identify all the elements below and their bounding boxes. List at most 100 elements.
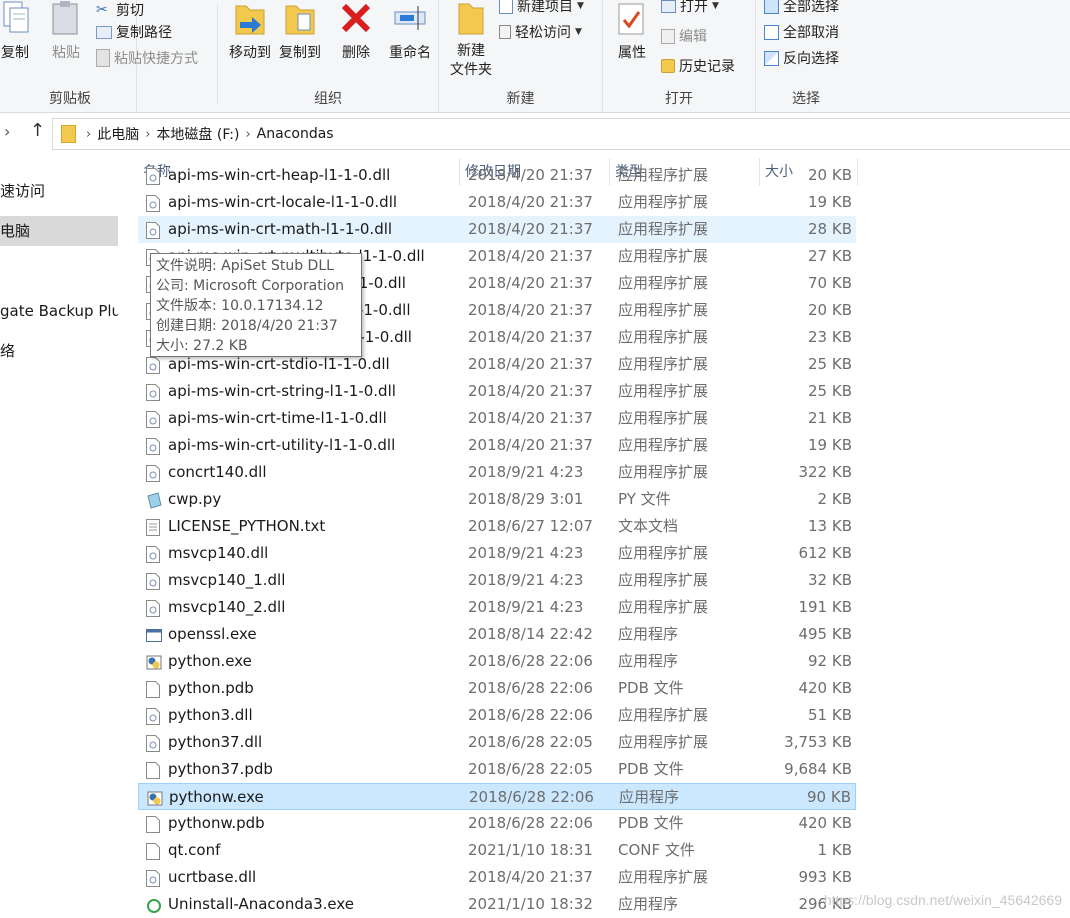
python-file-icon — [146, 653, 162, 670]
file-size: 19 KB — [808, 193, 852, 211]
new-item-button[interactable]: 新建项目 ▼ — [499, 0, 584, 16]
nav-item-this-pc[interactable]: 电脑 — [0, 216, 118, 246]
dll-file-icon — [146, 707, 160, 725]
invert-selection-button[interactable]: 反向选择 — [764, 48, 839, 68]
open-button[interactable]: 打开 ▼ — [661, 0, 719, 16]
file-row[interactable]: ucrtbase.dll 2018/4/20 21:37 应用程序扩展 993 KB — [138, 864, 856, 891]
up-arrow-icon[interactable]: ↑ — [30, 120, 45, 141]
copy-button[interactable]: 复制 — [0, 0, 40, 62]
file-row[interactable]: LICENSE_PYTHON.txt 2018/6/27 12:07 文本文档 13 … — [138, 513, 856, 540]
file-row[interactable]: python37.pdb 2018/6/28 22:05 PDB 文件 9,684 K… — [138, 756, 856, 783]
file-size: 51 KB — [808, 706, 852, 724]
easy-access-button[interactable]: 轻松访问 ▼ — [499, 22, 582, 42]
select-none-button[interactable]: 全部取消 — [764, 22, 839, 42]
file-row[interactable]: api-ms-win-crt-math-l1-1-0.dll 2018/4/20 … — [138, 216, 856, 243]
paste-button[interactable]: 粘贴 — [46, 0, 86, 62]
file-row[interactable]: msvcp140_2.dll 2018/9/21 4:23 应用程序扩展 191 KB — [138, 594, 856, 621]
file-size: 70 KB — [808, 274, 852, 292]
watermark: https://blog.csdn.net/weixin_45642669 — [823, 892, 1062, 908]
open-icon — [661, 0, 676, 13]
file-row[interactable]: qt.conf 2021/1/10 18:31 CONF 文件 1 KB — [138, 837, 856, 864]
move-to-button[interactable]: 移动到 — [224, 0, 276, 62]
address-row: › ↑ › 此电脑 › 本地磁盘 (F:) › Anacondas — [0, 118, 1070, 150]
address-bar[interactable]: › 此电脑 › 本地磁盘 (F:) › Anacondas — [52, 118, 1070, 150]
file-row[interactable]: api-ms-win-crt-heap-l1-1-0.dll 2018/4/20 … — [138, 162, 856, 189]
file-type: 应用程序扩展 — [618, 463, 709, 481]
chevron-right-icon: › — [245, 126, 251, 142]
python-file-icon — [147, 789, 163, 806]
file-type: 应用程序 — [618, 652, 679, 670]
easy-access-icon — [499, 25, 511, 39]
breadcrumb-local-disk[interactable]: 本地磁盘 (F:) — [156, 124, 239, 144]
blank-file-icon — [146, 815, 160, 833]
new-folder-button[interactable]: 新建 文件夹 — [443, 0, 499, 80]
dll-file-icon — [146, 572, 160, 590]
file-type: 应用程序扩展 — [618, 868, 709, 886]
file-name: api-ms-win-crt-heap-l1-1-0.dll — [168, 166, 391, 184]
tooltip-company: 公司: Microsoft Corporation — [156, 278, 345, 294]
open-label: 打开 — [680, 0, 708, 15]
tooltip-version: 文件版本: 10.0.17134.12 — [156, 298, 324, 314]
py-file-icon — [146, 491, 162, 509]
file-row[interactable]: python3.dll 2018/6/28 22:06 应用程序扩展 51 KB — [138, 702, 856, 729]
select-all-label: 全部选择 — [783, 0, 839, 15]
file-row[interactable]: msvcp140_1.dll 2018/9/21 4:23 应用程序扩展 32 KB — [138, 567, 856, 594]
history-button[interactable]: 历史记录 — [661, 56, 735, 76]
file-row[interactable]: concrt140.dll 2018/9/21 4:23 应用程序扩展 322 KB — [138, 459, 856, 486]
properties-label: 属性 — [618, 45, 646, 61]
file-row[interactable]: api-ms-win-crt-string-l1-1-0.dll 2018/4/2… — [138, 378, 856, 405]
nav-item-blank[interactable] — [0, 256, 118, 286]
file-type: 应用程序 — [619, 788, 680, 806]
select-none-label: 全部取消 — [783, 25, 839, 41]
paste-icon — [52, 1, 78, 35]
chevron-down-icon: ▼ — [712, 1, 719, 11]
file-name: msvcp140_2.dll — [168, 598, 286, 616]
copy-to-button[interactable]: 复制到 — [274, 0, 326, 62]
file-date: 2018/4/20 21:37 — [468, 328, 593, 346]
file-row[interactable]: api-ms-win-crt-locale-l1-1-0.dll 2018/4/2… — [138, 189, 856, 216]
file-date: 2018/4/20 21:37 — [468, 220, 593, 238]
file-date: 2018/8/14 22:42 — [468, 625, 593, 643]
file-date: 2018/6/28 22:05 — [468, 760, 593, 778]
cut-button[interactable]: ✂ 剪切 — [96, 0, 144, 20]
breadcrumb-this-pc[interactable]: 此电脑 — [97, 124, 139, 144]
file-type: 应用程序扩展 — [618, 436, 709, 454]
file-date: 2018/8/29 3:01 — [468, 490, 584, 508]
breadcrumb-anacondas[interactable]: Anacondas — [257, 126, 334, 142]
file-row[interactable]: api-ms-win-crt-utility-l1-1-0.dll 2018/4/… — [138, 432, 856, 459]
rename-button[interactable]: 重命名 — [384, 0, 436, 62]
file-row[interactable]: python37.dll 2018/6/28 22:05 应用程序扩展 3,753 K… — [138, 729, 856, 756]
file-type: 应用程序扩展 — [618, 166, 709, 184]
file-row[interactable]: openssl.exe 2018/8/14 22:42 应用程序 495 KB — [138, 621, 856, 648]
dll-file-icon — [146, 356, 160, 374]
clipboard-group-label: 剪贴板 — [49, 91, 91, 107]
file-name: api-ms-win-crt-utility-l1-1-0.dll — [168, 436, 396, 454]
select-none-icon — [764, 24, 779, 40]
file-row[interactable]: python.exe 2018/6/28 22:06 应用程序 92 KB — [138, 648, 856, 675]
back-chevron-icon[interactable]: › — [4, 122, 10, 141]
nav-item-network[interactable]: 络 — [0, 336, 118, 366]
nav-item-seagate-backup[interactable]: gate Backup Plu — [0, 296, 118, 326]
file-row[interactable]: python.pdb 2018/6/28 22:06 PDB 文件 420 KB — [138, 675, 856, 702]
file-row[interactable]: msvcp140.dll 2018/9/21 4:23 应用程序扩展 612 KB — [138, 540, 856, 567]
nav-item-quick-access[interactable]: 速访问 — [0, 176, 118, 206]
file-row[interactable]: Uninstall-Anaconda3.exe 2021/1/10 18:32 应用… — [138, 891, 856, 918]
delete-button[interactable]: 删除 — [336, 0, 376, 62]
file-name: python37.pdb — [168, 760, 273, 778]
file-row[interactable]: cwp.py 2018/8/29 3:01 PY 文件 2 KB — [138, 486, 856, 513]
file-row[interactable]: api-ms-win-crt-time-l1-1-0.dll 2018/4/20 … — [138, 405, 856, 432]
edit-button[interactable]: 编辑 — [661, 26, 707, 46]
rename-icon — [394, 6, 426, 30]
dll-file-icon — [146, 221, 160, 239]
file-row[interactable]: pythonw.pdb 2018/6/28 22:06 PDB 文件 420 KB — [138, 810, 856, 837]
copy-label: 复制 — [1, 45, 29, 61]
dll-file-icon — [146, 545, 160, 563]
ribbon-group-new: 新建 文件夹 新建项目 ▼ 轻松访问 ▼ 新建 — [439, 0, 603, 112]
paste-shortcut-label: 粘贴快捷方式 — [114, 51, 198, 67]
file-row[interactable]: pythonw.exe 2018/6/28 22:06 应用程序 90 KB — [138, 783, 856, 810]
properties-button[interactable]: 属性 — [611, 0, 653, 62]
file-name: api-ms-win-crt-string-l1-1-0.dll — [168, 382, 396, 400]
select-all-button[interactable]: 全部选择 — [764, 0, 839, 16]
paste-shortcut-button[interactable]: 粘贴快捷方式 — [96, 48, 198, 68]
copy-path-button[interactable]: 复制路径 — [96, 22, 172, 42]
